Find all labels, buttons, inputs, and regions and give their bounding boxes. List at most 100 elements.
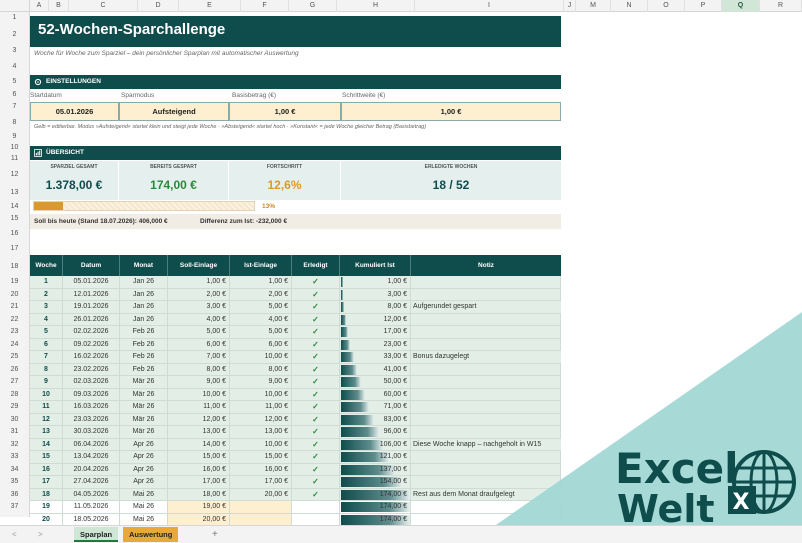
- table-row[interactable]: 9 02.03.2026 Mär 26 9,00 €9,00 € ✓ 50,00 €: [30, 376, 561, 389]
- cell-ist[interactable]: 2,00 €: [230, 288, 292, 301]
- cell-done-checkmark[interactable]: ✓: [292, 376, 340, 389]
- cell-note[interactable]: Rest aus dem Monat draufgelegt: [411, 489, 561, 501]
- row-header-31[interactable]: 31: [0, 426, 29, 438]
- row-header-20[interactable]: 20: [0, 288, 29, 301]
- cell-note[interactable]: [411, 426, 561, 439]
- cell-note[interactable]: Diese Woche knapp – nachgeholt in W15: [411, 439, 561, 451]
- row-header-4[interactable]: 4: [0, 59, 29, 75]
- row-header-36[interactable]: 36: [0, 488, 29, 501]
- step-input[interactable]: 1,00 €: [341, 102, 561, 121]
- th-cumulative[interactable]: Kumuliert Ist: [340, 255, 411, 276]
- th-date[interactable]: Datum: [63, 255, 120, 276]
- row-header-3[interactable]: 3: [0, 42, 29, 59]
- table-row[interactable]: 18 04.05.2026 Mai 26 18,00 €20,00 € ✓ 174,00 …: [30, 488, 561, 501]
- startdate-input[interactable]: 05.01.2026: [30, 102, 119, 121]
- row-header-27[interactable]: 27: [0, 376, 29, 388]
- table-row[interactable]: 15 13.04.2026 Apr 26 15,00 €15,00 € ✓ 121,00 …: [30, 451, 561, 464]
- cell-note[interactable]: [411, 376, 561, 389]
- column-header-p[interactable]: P: [685, 0, 722, 12]
- cell-ist[interactable]: 4,00 €: [230, 313, 292, 326]
- cell-ist[interactable]: 16,00 €: [230, 463, 292, 476]
- base-amount-input[interactable]: 1,00 €: [229, 102, 341, 121]
- table-row[interactable]: 1 05.01.2026 Jan 26 1,00 €1,00 € ✓ 1,00 €: [30, 276, 561, 289]
- cell-ist[interactable]: 11,00 €: [230, 401, 292, 414]
- row-header-26[interactable]: 26: [0, 363, 29, 376]
- tab-sparplan[interactable]: Sparplan: [74, 527, 119, 542]
- cell-note[interactable]: Aufgerundet gespart: [411, 301, 561, 314]
- row-header-14[interactable]: 14: [0, 201, 29, 212]
- cell-note[interactable]: [411, 476, 561, 489]
- column-header-j[interactable]: J: [564, 0, 576, 12]
- cell-ist[interactable]: 12,00 €: [230, 413, 292, 426]
- column-header-f[interactable]: F: [241, 0, 289, 12]
- cell-done-checkmark[interactable]: ✓: [292, 426, 340, 439]
- table-row[interactable]: 14 06.04.2026 Apr 26 14,00 €10,00 € ✓ 106,00 …: [30, 438, 561, 451]
- mode-select[interactable]: Aufsteigend: [119, 102, 229, 121]
- row-header-13[interactable]: 13: [0, 185, 29, 201]
- table-row[interactable]: 19 11.05.2026 Mai 26 19,00 € 174,00 €: [30, 501, 561, 514]
- cell-note[interactable]: [411, 451, 561, 464]
- cell-ist[interactable]: 17,00 €: [230, 476, 292, 489]
- column-header-i[interactable]: I: [415, 0, 564, 12]
- row-header-34[interactable]: 34: [0, 463, 29, 476]
- row-header-8[interactable]: 8: [0, 114, 29, 131]
- table-row[interactable]: 16 20.04.2026 Apr 26 16,00 €16,00 € ✓ 137,00 …: [30, 463, 561, 476]
- row-header-22[interactable]: 22: [0, 313, 29, 326]
- cell-note[interactable]: [411, 401, 561, 414]
- row-header-25[interactable]: 25: [0, 351, 29, 363]
- cell-done-checkmark[interactable]: ✓: [292, 413, 340, 426]
- row-header-37[interactable]: 37: [0, 501, 29, 513]
- table-row[interactable]: 7 16.02.2026 Feb 26 7,00 €10,00 € ✓ 33,00 € Bo…: [30, 351, 561, 364]
- cell-done-checkmark[interactable]: ✓: [292, 401, 340, 414]
- cell-done-checkmark[interactable]: ✓: [292, 476, 340, 489]
- cell-ist[interactable]: 1,00 €: [230, 276, 292, 289]
- table-row[interactable]: 12 23.03.2026 Mär 26 12,00 €12,00 € ✓ 83,00 €: [30, 413, 561, 426]
- row-header-35[interactable]: 35: [0, 476, 29, 488]
- column-header-n[interactable]: N: [611, 0, 648, 12]
- table-row[interactable]: 4 26.01.2026 Jan 26 4,00 €4,00 € ✓ 12,00 €: [30, 313, 561, 326]
- cell-note[interactable]: [411, 326, 561, 339]
- th-week[interactable]: Woche: [30, 255, 63, 276]
- table-row[interactable]: 17 27.04.2026 Apr 26 17,00 €17,00 € ✓ 154,00 …: [30, 476, 561, 489]
- table-row[interactable]: 2 12.01.2026 Jan 26 2,00 €2,00 € ✓ 3,00 €: [30, 288, 561, 301]
- row-header-33[interactable]: 33: [0, 451, 29, 463]
- cell-ist[interactable]: 10,00 €: [230, 351, 292, 364]
- table-row[interactable]: 8 23.02.2026 Feb 26 8,00 €8,00 € ✓ 41,00 €: [30, 363, 561, 376]
- table-row[interactable]: 10 09.03.2026 Mär 26 10,00 €10,00 € ✓ 60,00 €: [30, 388, 561, 401]
- column-header-h[interactable]: H: [337, 0, 415, 12]
- cell-ist[interactable]: 10,00 €: [230, 438, 292, 451]
- column-header-q[interactable]: Q: [722, 0, 760, 12]
- column-header-g[interactable]: G: [289, 0, 337, 12]
- column-header-m[interactable]: M: [576, 0, 611, 12]
- row-header-2[interactable]: 2: [0, 28, 29, 42]
- row-header-28[interactable]: 28: [0, 388, 29, 401]
- cell-ist[interactable]: 10,00 €: [230, 388, 292, 401]
- cell-note[interactable]: [411, 276, 561, 289]
- cell-done-checkmark[interactable]: ✓: [292, 301, 340, 314]
- row-header-9[interactable]: 9: [0, 131, 29, 142]
- cell-note[interactable]: [411, 501, 561, 514]
- cell-note[interactable]: [411, 338, 561, 351]
- cell-ist[interactable]: 5,00 €: [230, 301, 292, 314]
- cell-ist[interactable]: [230, 501, 292, 514]
- cell-ist[interactable]: 9,00 €: [230, 376, 292, 389]
- cell-note[interactable]: [411, 463, 561, 476]
- prev-sheet-button[interactable]: <: [12, 530, 17, 539]
- cell-ist[interactable]: 8,00 €: [230, 363, 292, 376]
- column-header-c[interactable]: C: [69, 0, 138, 12]
- column-header-b[interactable]: B: [49, 0, 69, 12]
- column-header-o[interactable]: O: [648, 0, 685, 12]
- cell-done-checkmark[interactable]: ✓: [292, 363, 340, 376]
- column-header-e[interactable]: E: [179, 0, 241, 12]
- cell-done-checkmark[interactable]: ✓: [292, 288, 340, 301]
- cell-note[interactable]: Bonus dazugelegt: [411, 351, 561, 364]
- row-header-15[interactable]: 15: [0, 212, 29, 226]
- column-header-a[interactable]: A: [30, 0, 49, 12]
- cell-note[interactable]: [411, 388, 561, 401]
- cell-ist[interactable]: 20,00 €: [230, 488, 292, 501]
- row-header-5[interactable]: 5: [0, 75, 29, 89]
- row-header-23[interactable]: 23: [0, 326, 29, 338]
- cell-done-checkmark[interactable]: ✓: [292, 388, 340, 401]
- row-header-1[interactable]: 1: [0, 12, 29, 24]
- row-header-10[interactable]: 10: [0, 142, 29, 153]
